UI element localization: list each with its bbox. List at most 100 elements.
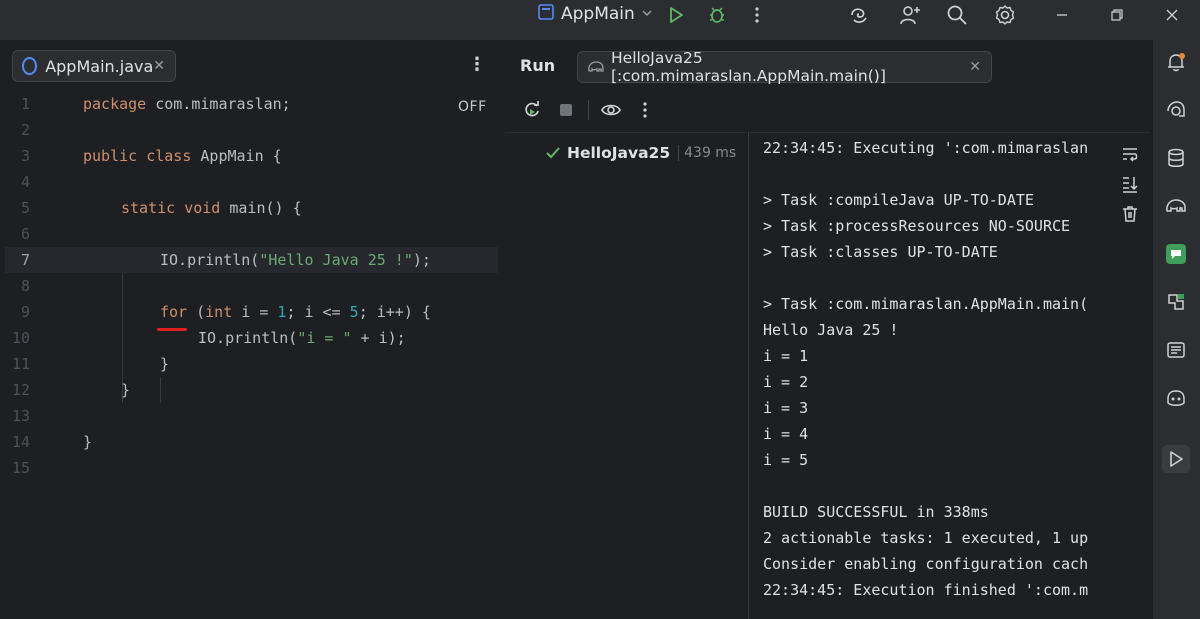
code-line: 15 (5, 455, 498, 481)
editor-tab-label: AppMain.java (45, 56, 154, 76)
run-configuration-label: AppMain (561, 4, 635, 24)
code-text: static void main() { (121, 199, 302, 217)
line-number: 12 (11, 381, 30, 399)
ai-assistant-icon[interactable] (1164, 98, 1188, 122)
more-vertical-icon[interactable] (745, 3, 769, 27)
tree-item-label: HelloJava25 (567, 144, 671, 162)
code-line: 14 } (5, 429, 498, 455)
console-line: 2 actionable tasks: 1 executed, 1 up (763, 529, 1089, 547)
add-user-icon[interactable] (898, 3, 922, 27)
console-line: 22:34:45: Executing ':com.mimaraslan (763, 139, 1089, 157)
code-text: } (160, 355, 170, 373)
eye-icon[interactable] (599, 98, 623, 122)
run-toolbar (520, 98, 657, 122)
error-underline (157, 328, 187, 331)
settings-icon[interactable] (993, 3, 1017, 27)
line-number: 2 (20, 121, 30, 139)
notifications-icon[interactable] (1164, 50, 1188, 74)
app-icon (537, 3, 555, 26)
line-number: 11 (11, 355, 30, 373)
console-line: > Task :com.mimaraslan.AppMain.main( (763, 295, 1089, 313)
line-number: 14 (11, 433, 30, 451)
minimize-icon[interactable] (1050, 3, 1074, 27)
close-icon[interactable] (1160, 3, 1184, 27)
plugin-icon[interactable] (1164, 290, 1188, 314)
line-number: 9 (20, 303, 30, 321)
java-class-icon (22, 57, 38, 75)
scroll-to-end-icon[interactable] (1118, 172, 1142, 196)
run-icon[interactable] (664, 3, 688, 27)
code-line: 11 } (5, 351, 498, 377)
run-configuration-selector[interactable]: AppMain (533, 3, 657, 25)
soft-wrap-icon[interactable] (1118, 142, 1142, 166)
line-number: 10 (11, 329, 30, 347)
console-line: i = 5 (763, 451, 809, 469)
run-tree: HelloJava25 439 ms (505, 133, 749, 619)
line-number: 8 (20, 277, 30, 295)
line-number: 6 (20, 225, 30, 243)
code-line: 13 (5, 403, 498, 429)
chat-icon[interactable] (1164, 242, 1188, 266)
run-tab-label: HelloJava25 [:com.mimaraslan.AppMain.mai… (611, 49, 886, 85)
console-line: i = 3 (763, 399, 809, 417)
line-number: 7 (20, 251, 30, 269)
close-run-tab-icon[interactable]: ✕ (969, 59, 981, 75)
console-line: > Task :classes UP-TO-DATE (763, 243, 998, 261)
line-number: 5 (20, 199, 30, 217)
code-line: 12 } (5, 377, 498, 403)
rerun-icon[interactable] (520, 98, 544, 122)
code-line-current: 7 IO.println("Hello Java 25 !"); (5, 247, 498, 273)
run-panel-title: Run (520, 56, 556, 75)
run-tool-window: Run HelloJava25 [:com.mimaraslan.AppMain… (505, 40, 1150, 619)
right-tool-strip (1153, 40, 1200, 619)
console-line: BUILD SUCCESSFUL in 338ms (763, 503, 989, 521)
line-number: 3 (20, 147, 30, 165)
search-icon[interactable] (945, 3, 969, 27)
code-editor: AppMain.java ✕ ⋮ OFF 1 package com.mimar… (5, 40, 498, 619)
code-text: IO.println("Hello Java 25 !"); (160, 251, 431, 269)
editor-more-icon[interactable]: ⋮ (468, 54, 486, 75)
line-number: 4 (20, 173, 30, 191)
console-line: Hello Java 25 ! (763, 321, 899, 339)
console-line: > Task :processResources NO-SOURCE (763, 217, 1071, 235)
run-panel-toggle-icon[interactable] (1162, 445, 1190, 473)
check-icon (545, 145, 561, 161)
title-bar: AppMain (0, 0, 1200, 40)
line-number: 13 (11, 407, 30, 425)
code-text: for (int i = 1; i <= 5; i++) { (160, 303, 431, 321)
console-output[interactable]: 22:34:45: Executing ':com.mimaraslan > T… (763, 135, 1108, 619)
console-line: 22:34:45: Execution finished ':com.m (763, 581, 1089, 599)
run-tab-hellojava25[interactable]: HelloJava25 [:com.mimaraslan.AppMain.mai… (577, 49, 992, 85)
editor-tab-appmain[interactable]: AppMain.java ✕ (12, 50, 176, 82)
console-line: i = 4 (763, 425, 809, 443)
code-line: 1 package com.mimaraslan; (5, 91, 498, 117)
structure-icon[interactable] (1164, 338, 1188, 362)
console-line: > Task :compileJava UP-TO-DATE (763, 191, 1034, 209)
code-line: 3 public class AppMain { (5, 143, 498, 169)
code-line: 10 IO.println("i = " + i); (5, 325, 498, 351)
more-vertical-icon[interactable] (633, 98, 657, 122)
database-icon[interactable] (1164, 146, 1188, 170)
console-line: Consider enabling configuration cach (763, 555, 1089, 573)
close-tab-icon[interactable]: ✕ (153, 58, 165, 74)
copilot-icon[interactable] (1164, 386, 1188, 410)
code-line: 6 (5, 221, 498, 247)
console-line: i = 2 (763, 373, 809, 391)
gradle-icon[interactable] (1164, 194, 1188, 218)
editor-tab-bar: AppMain.java ✕ ⋮ (5, 40, 498, 90)
tree-item-hellojava25[interactable]: HelloJava25 439 ms (545, 144, 736, 162)
gradle-elephant-icon (587, 59, 605, 75)
code-text: public class AppMain { (83, 147, 282, 165)
code-text: package com.mimaraslan; (83, 95, 291, 113)
code-line: 5 static void main() { (5, 195, 498, 221)
code-text: } (121, 381, 131, 399)
code-text: IO.println("i = " + i); (198, 329, 406, 347)
stop-icon[interactable] (554, 98, 578, 122)
chevron-down-icon (641, 4, 653, 24)
debug-icon[interactable] (705, 3, 729, 27)
code-text: } (83, 433, 93, 451)
code-line: 4 (5, 169, 498, 195)
trash-icon[interactable] (1118, 202, 1142, 226)
ai-swirl-icon[interactable] (847, 3, 871, 27)
restore-icon[interactable] (1105, 3, 1129, 27)
